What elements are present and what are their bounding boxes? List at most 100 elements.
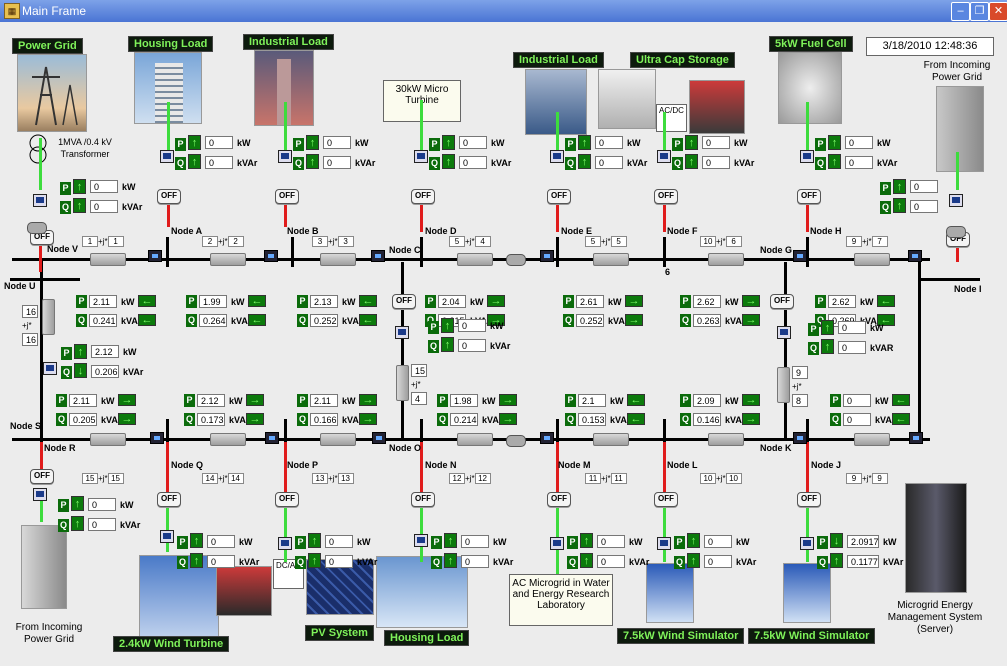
direction-arrow-icon: ↑ (71, 496, 84, 511)
vertical-meter-right (777, 326, 791, 339)
unit-kvar: kVAr (493, 557, 514, 567)
feeder-top-red-5 (663, 202, 666, 232)
off-switch-bottom-3[interactable]: OFF (411, 492, 435, 507)
maximize-button[interactable]: ❐ (970, 2, 989, 21)
unit-kw: kW (237, 138, 251, 148)
unit-kw: kW (470, 297, 484, 307)
flow-arrow-icon: → (246, 394, 264, 406)
q-indicator: Q (815, 157, 826, 170)
unit-kvar: kVAr (736, 557, 757, 567)
from-grid-top-label: From Incoming Power Grid (923, 60, 991, 83)
line-impedance-bottom-0: 15 +j* 15 (82, 473, 124, 484)
close-button[interactable]: ✕ (989, 2, 1007, 21)
bus-switch-top-2[interactable] (371, 250, 385, 262)
grid-breaker-top[interactable] (946, 226, 966, 238)
q-indicator: Q (437, 413, 448, 426)
p-indicator: P (429, 138, 440, 151)
off-switch-top-4[interactable]: OFF (547, 189, 571, 204)
bus-coupler-top[interactable] (506, 254, 526, 266)
feeder-top-green-4 (556, 112, 559, 152)
bus-switch-bottom-1[interactable] (265, 432, 279, 444)
off-switch-top-3[interactable]: OFF (411, 189, 435, 204)
q-indicator: Q (565, 413, 576, 426)
off-switch-bottom-4[interactable]: OFF (547, 492, 571, 507)
q-indicator: Q (563, 314, 574, 327)
bus-switch-top-4[interactable] (793, 250, 807, 262)
impedance-r: 5 (449, 236, 465, 247)
off-switch-top-1[interactable]: OFF (157, 189, 181, 204)
app-icon: ▦ (4, 3, 20, 19)
load-meter-top-2 (278, 150, 292, 163)
impedance-x: 9 (871, 473, 888, 484)
vertical-impedance-r-0: 16 (22, 305, 38, 318)
load-q-value-top-7: 0 (910, 200, 938, 213)
bus-switch-top-3[interactable] (540, 250, 554, 262)
off-switch-bottom-6[interactable]: OFF (797, 492, 821, 507)
bus-switch-top-5[interactable] (908, 250, 922, 262)
bus-switch-top-1[interactable] (264, 250, 278, 262)
load-meter-top-4 (550, 150, 564, 163)
unit-kw: kW (734, 138, 748, 148)
impedance-r: 10 (700, 236, 716, 247)
unit-kw: kW (355, 138, 369, 148)
impedance-r: 2 (202, 236, 218, 247)
direction-arrow-icon: ↓ (830, 533, 843, 548)
flow-arrow-icon: → (487, 295, 505, 307)
bus-coupler-bottom[interactable] (506, 435, 526, 447)
impedance-x: 12 (474, 473, 491, 484)
bus-switch-bottom-0[interactable] (150, 432, 164, 444)
off-switch-right[interactable]: OFF (770, 294, 794, 309)
node-label-a: Node A (171, 226, 203, 236)
load-meter-bottom-4 (550, 537, 564, 550)
bus-switch-bottom-4[interactable] (793, 432, 807, 444)
off-switch-top-2[interactable]: OFF (275, 189, 299, 204)
impedance-r: 13 (312, 473, 328, 484)
direction-arrow-icon: ↑ (685, 135, 698, 150)
direction-arrow-icon: ↑ (308, 553, 321, 568)
p-indicator: P (295, 536, 306, 549)
off-switch-middle[interactable]: OFF (392, 294, 416, 309)
q-indicator: Q (297, 314, 308, 327)
load-meter-bottom-0 (33, 488, 47, 501)
impedance-x: 11 (610, 473, 627, 484)
node-label-b: Node B (287, 226, 319, 236)
p-indicator: P (177, 536, 188, 549)
flow-p-value-bottom-2: 2.11 (310, 394, 338, 407)
off-switch-bottom-5[interactable]: OFF (654, 492, 678, 507)
unit-kw: kW (875, 396, 889, 406)
p-indicator: P (186, 295, 197, 308)
bus-switch-top-0[interactable] (148, 250, 162, 262)
bus-switch-bottom-5[interactable] (909, 432, 923, 444)
off-switch-bottom-1[interactable]: OFF (157, 492, 181, 507)
top-tap-1 (291, 237, 294, 267)
bus-switch-bottom-3[interactable] (540, 432, 554, 444)
node-label-m: Node M (558, 460, 591, 470)
off-switch-bottom-2[interactable]: OFF (275, 492, 299, 507)
bus-switch-bottom-2[interactable] (372, 432, 386, 444)
feeder-top-green-7 (956, 152, 959, 190)
load-q-value-top-3: 0 (459, 156, 487, 169)
line-impedance-bottom-2: 13 +j* 13 (312, 473, 354, 484)
feeder-top-red-6 (806, 202, 809, 232)
direction-arrow-icon: ↑ (685, 154, 698, 169)
unit-kw: kW (239, 537, 253, 547)
impedance-x: 5 (610, 236, 627, 247)
off-switch-top-5[interactable]: OFF (654, 189, 678, 204)
minimize-button[interactable]: – (951, 2, 970, 21)
node-label-o: Node O (389, 443, 422, 453)
flow-q-value-bottom-1: 0.173 (197, 413, 225, 426)
off-switch-bottom-0[interactable]: OFF (30, 469, 54, 484)
grid-supply-top-image (936, 86, 984, 172)
p-indicator: P (76, 295, 87, 308)
line-impedance-bar-top-5 (708, 253, 744, 266)
off-switch-top-6[interactable]: OFF (797, 189, 821, 204)
flow-arrow-icon: ← (627, 413, 645, 425)
line-impedance-bar-bottom-2 (320, 433, 356, 446)
transformer-breaker[interactable] (27, 222, 47, 234)
unit-kw: kW (725, 297, 739, 307)
unit-kw: kW (736, 537, 750, 547)
load-q-value-bottom-2: 0 (325, 555, 353, 568)
unit-kvar: kVAr (122, 202, 143, 212)
fuel-cell-label: 5kW Fuel Cell (769, 36, 853, 52)
unit-kw: kW (123, 347, 137, 357)
